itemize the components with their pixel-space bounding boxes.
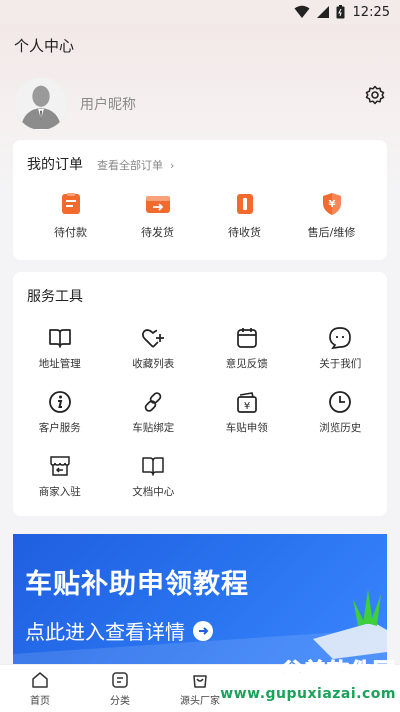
tool-sticker-application[interactable]: ¥ 车贴申领 xyxy=(200,390,294,440)
category-icon xyxy=(112,671,128,688)
clock-icon xyxy=(329,391,352,413)
tool-customer-service[interactable]: 客户服务 xyxy=(13,390,107,440)
money-icon: ¥ xyxy=(236,392,257,413)
heart-plus-icon xyxy=(142,329,165,348)
signal-icon xyxy=(316,6,329,18)
tool-sticker-binding[interactable]: 车贴绑定 xyxy=(107,390,201,440)
arrow-right-icon xyxy=(193,620,213,641)
tool-feedback[interactable]: 意见反馈 xyxy=(200,326,294,376)
info-icon xyxy=(48,391,71,413)
wifi-icon xyxy=(294,5,310,18)
tool-merchant-onboarding[interactable]: 商家入驻 xyxy=(13,454,107,504)
avatar[interactable] xyxy=(14,77,68,131)
watermark: 谷普软件园 www.gupuxiazai.com xyxy=(220,660,396,703)
order-after-sales[interactable]: ¥ 售后/维修 xyxy=(288,192,375,240)
service-tools-card: 服务工具 地址管理 收藏列表 意见反馈 关于我们 客户服务 车贴绑定 ¥ 车贴申… xyxy=(13,272,387,516)
factory-icon xyxy=(193,674,207,688)
orders-title: 我的订单 xyxy=(27,157,83,173)
store-icon xyxy=(50,456,70,476)
profile-section: 用户昵称 xyxy=(0,68,400,140)
tool-about-us[interactable]: 关于我们 xyxy=(294,326,388,376)
tools-title: 服务工具 xyxy=(27,289,83,305)
tool-favorites[interactable]: 收藏列表 xyxy=(107,326,201,376)
svg-text:¥: ¥ xyxy=(328,199,335,210)
orders-card: 我的订单 查看全部订单 › 待付款 待发货 待收货 ¥ 售后/维修 xyxy=(13,140,387,260)
view-all-orders-link[interactable]: 查看全部订单 › xyxy=(97,157,174,173)
status-time: 12:25 xyxy=(352,4,390,20)
user-silhouette-icon xyxy=(15,78,67,129)
order-pending-receipt[interactable]: 待收货 xyxy=(201,192,288,240)
battery-icon xyxy=(336,5,345,19)
chat-bubble-icon xyxy=(329,327,352,350)
order-pending-shipment[interactable]: 待发货 xyxy=(114,192,201,240)
tool-browse-history[interactable]: 浏览历史 xyxy=(294,390,388,440)
status-bar: 12:25 xyxy=(0,0,400,24)
banner-subtitle: 点此进入查看详情 xyxy=(25,616,213,645)
order-pending-payment[interactable]: 待付款 xyxy=(27,192,114,240)
document-icon xyxy=(142,457,164,476)
tool-document-center[interactable]: 文档中心 xyxy=(107,454,201,504)
gear-icon xyxy=(365,85,385,105)
wallet-icon xyxy=(61,193,80,214)
after-sales-icon: ¥ xyxy=(322,193,341,215)
link-icon xyxy=(144,392,162,412)
promo-banner[interactable]: 车贴补助申领教程 点此进入查看详情 xyxy=(13,534,387,664)
calendar-icon xyxy=(236,328,257,348)
settings-button[interactable] xyxy=(362,82,388,108)
tab-home[interactable]: 首页 xyxy=(0,665,80,712)
book-icon xyxy=(48,329,71,348)
svg-text:¥: ¥ xyxy=(244,401,250,412)
home-icon xyxy=(32,671,48,688)
tab-category[interactable]: 分类 xyxy=(80,665,160,712)
banner-title: 车贴补助申领教程 xyxy=(25,569,249,600)
tool-address-management[interactable]: 地址管理 xyxy=(13,326,107,376)
user-nickname[interactable]: 用户昵称 xyxy=(80,94,136,114)
shipping-icon xyxy=(145,196,170,213)
package-icon xyxy=(236,194,253,214)
page-title: 个人中心 xyxy=(14,37,75,55)
